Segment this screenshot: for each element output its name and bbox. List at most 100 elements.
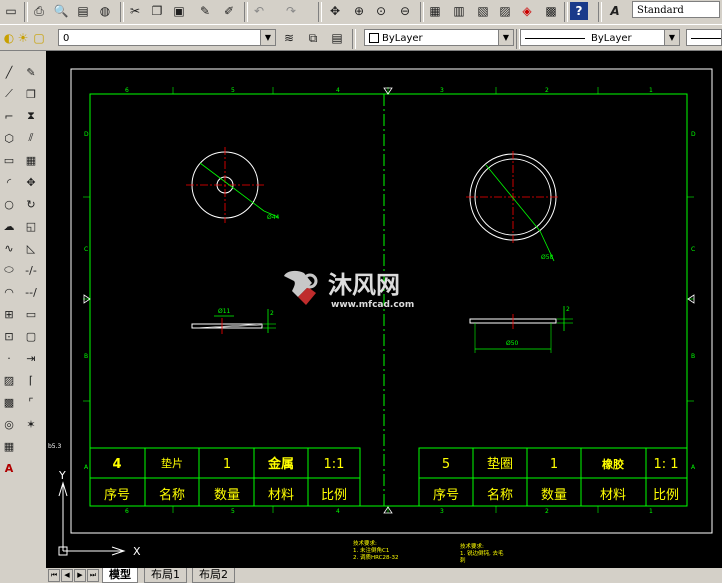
gradient-icon[interactable]: ▩ — [0, 393, 18, 411]
line-icon[interactable]: ╱ — [0, 63, 18, 81]
left-tb-header: 比例 — [321, 488, 347, 503]
color-combo[interactable]: ByLayer ▼ — [364, 29, 514, 46]
toolbar-separator — [352, 29, 356, 49]
polyline-icon[interactable]: ⌐ — [0, 107, 18, 125]
left-tb-header: 名称 — [159, 487, 185, 503]
linetype-combo[interactable]: ByLayer ▼ — [520, 29, 680, 46]
zoom-realtime-icon[interactable]: ⊕ — [350, 2, 368, 20]
layout-tab-bar: ⏮ ◀ ▶ ⏭ 模型 布局1 布局2 — [46, 568, 722, 583]
mirror-icon[interactable]: ⧗ — [22, 107, 40, 125]
circle-icon[interactable]: ○ — [0, 195, 18, 213]
scale-icon[interactable]: ◱ — [22, 217, 40, 235]
draw-modify-toolbars: ╱ ⟋ ⌐ ⬡ ▭ ◜ ○ ☁ ∿ ⬭ ◠ ⊞ ⊡ · ▨ ▩ ◎ ▦ A ✎ … — [0, 51, 47, 582]
globe-icon[interactable]: ◍ — [96, 2, 114, 20]
right-tb-header: 序号 — [433, 488, 459, 503]
rotate-icon[interactable]: ↻ — [22, 195, 40, 213]
spline-icon[interactable]: ∿ — [0, 239, 18, 257]
zone-number-bottom: 3 — [440, 508, 444, 515]
pan-icon[interactable]: ✥ — [326, 2, 344, 20]
erase-icon[interactable]: ✎ — [22, 63, 40, 81]
point-icon[interactable]: · — [0, 349, 18, 367]
move-icon[interactable]: ✥ — [22, 173, 40, 191]
chamfer-icon[interactable]: ⌈ — [22, 371, 40, 389]
table-icon[interactable]: ▦ — [0, 437, 18, 455]
layer-previous-icon[interactable]: ≋ — [280, 29, 298, 47]
cloud-icon[interactable]: ☁ — [0, 217, 18, 235]
construction-line-icon[interactable]: ⟋ — [0, 85, 18, 103]
match-properties-icon[interactable]: ✎ — [196, 2, 214, 20]
lineweight-combo[interactable] — [686, 29, 722, 46]
zone-letter-right: B — [691, 353, 695, 360]
toolbar-separator — [318, 2, 322, 22]
stretch-icon[interactable]: ◺ — [22, 239, 40, 257]
text-style-icon[interactable]: A — [606, 2, 624, 20]
redo-icon[interactable]: ↷ — [282, 2, 300, 20]
extend-icon[interactable]: --/ — [22, 283, 40, 301]
rectangle-icon[interactable]: ▭ — [0, 151, 18, 169]
tab-layout2[interactable]: 布局2 — [192, 568, 235, 583]
trim-icon[interactable]: -/- — [22, 261, 40, 279]
drawing-canvas[interactable]: 6 5 4 3 2 1 6 5 4 3 2 1 D C B A D C B A — [46, 51, 722, 568]
zone-number-top: 5 — [231, 87, 235, 94]
design-center-icon[interactable]: ▥ — [450, 2, 468, 20]
next-tab-icon[interactable]: ▶ — [74, 569, 86, 582]
layer-lock-icon[interactable]: ▢ — [30, 29, 48, 47]
tab-layout1[interactable]: 布局1 — [144, 568, 187, 583]
copy-icon[interactable]: ❐ — [148, 2, 166, 20]
plot-preview-icon[interactable]: 🔍 — [52, 2, 70, 20]
tab-model[interactable]: 模型 — [102, 568, 138, 583]
block-editor-icon[interactable]: ✐ — [220, 2, 238, 20]
layer-make-current-icon[interactable]: ⧉ — [304, 29, 322, 47]
paste-icon[interactable]: ▣ — [170, 2, 188, 20]
layer-value: 0 — [63, 33, 70, 44]
explode-icon[interactable]: ✶ — [22, 415, 40, 433]
right-tb-header: 名称 — [487, 487, 513, 503]
make-block-icon[interactable]: ⊡ — [0, 327, 18, 345]
help-icon[interactable]: ? — [570, 2, 588, 20]
left-part-side-view — [191, 309, 276, 334]
zone-number-top: 4 — [336, 87, 340, 94]
zoom-window-icon[interactable]: ⊙ — [372, 2, 390, 20]
join-icon[interactable]: ⇥ — [22, 349, 40, 367]
break-at-point-icon[interactable]: ▭ — [22, 305, 40, 323]
hatch-icon[interactable]: ▨ — [0, 371, 18, 389]
text-style-combo[interactable]: Standard — [632, 1, 720, 18]
layer-combo[interactable]: 0 ▼ — [58, 29, 276, 46]
undo-icon[interactable]: ↶ — [250, 2, 268, 20]
offset-icon[interactable]: ⫽ — [22, 129, 40, 147]
layer-manager-icon[interactable]: ▤ — [328, 29, 346, 47]
ellipse-arc-icon[interactable]: ◠ — [0, 283, 18, 301]
prev-tab-icon[interactable]: ◀ — [61, 569, 73, 582]
break-icon[interactable]: ▢ — [22, 327, 40, 345]
sheet-set-icon[interactable]: ▨ — [496, 2, 514, 20]
ellipse-icon[interactable]: ⬭ — [0, 261, 18, 279]
insert-block-icon[interactable]: ⊞ — [0, 305, 18, 323]
chevron-down-icon[interactable]: ▼ — [664, 30, 679, 45]
copy-object-icon[interactable]: ❐ — [22, 85, 40, 103]
zone-number-bottom: 1 — [649, 508, 653, 515]
chevron-down-icon[interactable]: ▼ — [498, 30, 513, 45]
right-tb-header: 数量 — [541, 488, 567, 503]
chevron-down-icon[interactable]: ▼ — [260, 30, 275, 45]
zoom-previous-icon[interactable]: ⊖ — [396, 2, 414, 20]
properties-icon[interactable]: ▦ — [426, 2, 444, 20]
polygon-icon[interactable]: ⬡ — [0, 129, 18, 147]
zone-number-top: 6 — [125, 87, 129, 94]
cut-icon[interactable]: ✂ — [126, 2, 144, 20]
array-icon[interactable]: ▦ — [22, 151, 40, 169]
region-icon[interactable]: ◎ — [0, 415, 18, 433]
zone-number-top: 1 — [649, 87, 653, 94]
right-tb-header: 比例 — [653, 488, 679, 503]
zone-number-bottom: 5 — [231, 508, 235, 515]
publish-icon[interactable]: ▤ — [74, 2, 92, 20]
multiline-text-icon[interactable]: A — [0, 459, 18, 477]
fillet-icon[interactable]: ⌜ — [22, 393, 40, 411]
calculator-icon[interactable]: ▩ — [542, 2, 560, 20]
markup-icon[interactable]: ◈ — [518, 2, 536, 20]
last-tab-icon[interactable]: ⏭ — [87, 569, 99, 582]
new-icon[interactable]: ▭ — [2, 2, 20, 20]
arc-icon[interactable]: ◜ — [0, 173, 18, 191]
first-tab-icon[interactable]: ⏮ — [48, 569, 60, 582]
tool-palettes-icon[interactable]: ▧ — [474, 2, 492, 20]
print-icon[interactable]: ⎙ — [30, 2, 48, 20]
